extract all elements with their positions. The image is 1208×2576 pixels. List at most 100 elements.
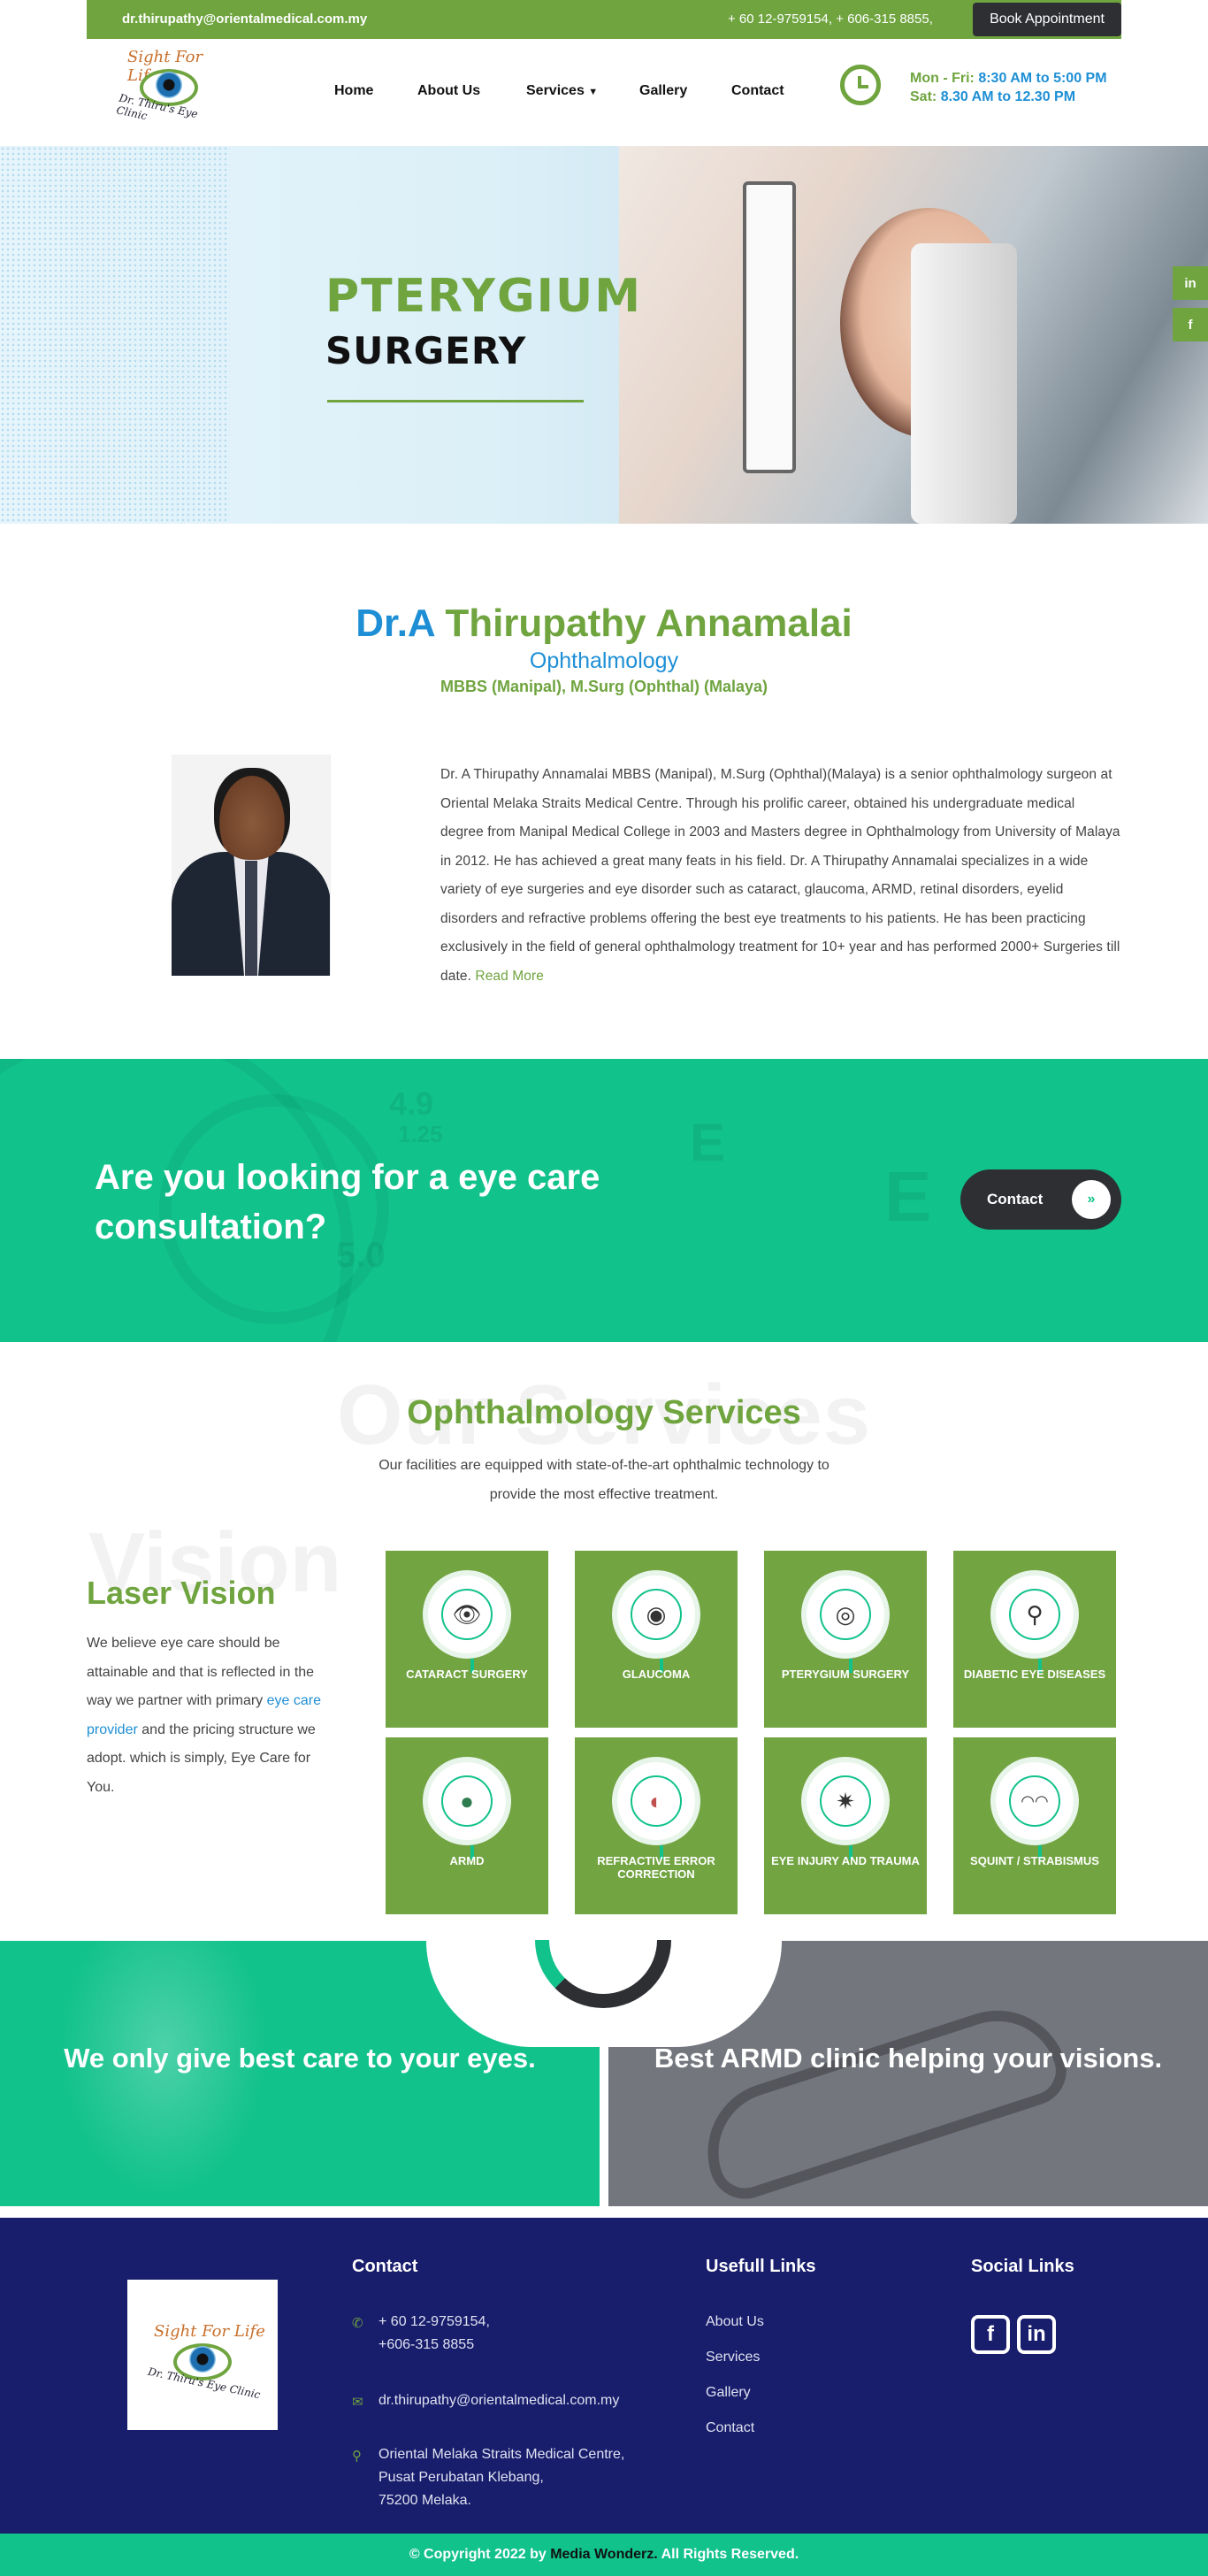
hero-title-underline xyxy=(327,400,584,402)
doctor-specialty: Ophthalmology xyxy=(529,648,679,673)
nav-services-label: Services xyxy=(526,83,585,98)
weekday-time: 8:30 AM to 5:00 PM xyxy=(978,71,1107,86)
doctor-name-heading: Dr.A Thirupathy Annamalai xyxy=(0,602,1208,646)
book-appointment-button[interactable]: Book Appointment xyxy=(973,3,1121,36)
service-icon-circle: ⚲ xyxy=(990,1570,1079,1673)
footer-address-line2: Pusat Perubatan Klebang, xyxy=(378,2470,544,2485)
side-facebook-button[interactable]: f xyxy=(1173,308,1208,341)
service-label: REFRACTIVE ERROR CORRECTION xyxy=(597,1854,715,1881)
facebook-icon: f xyxy=(1188,317,1193,333)
service-card-cataract[interactable]: 👁 CATARACT SURGERY xyxy=(386,1551,548,1728)
footer-logo-tagline: Sight For Life xyxy=(154,2322,265,2341)
footer-contact-heading: Contact xyxy=(352,2257,418,2276)
linkedin-icon: in xyxy=(1184,275,1197,291)
service-icon-circle: ◉ xyxy=(612,1570,700,1673)
footer-address-line3: 75200 Melaka. xyxy=(378,2493,471,2508)
laser-vision-title: Laser Vision xyxy=(87,1575,276,1611)
double-chevron-right-icon: » xyxy=(1072,1180,1111,1219)
envelope-icon: ✉ xyxy=(352,2395,363,2410)
logo-iris-icon xyxy=(156,72,182,98)
service-label: CATARACT SURGERY xyxy=(406,1668,528,1681)
hero-title-line2: SURGERY xyxy=(325,329,527,372)
service-card-pterygium[interactable]: ◎ PTERYGIUM SURGERY xyxy=(764,1551,927,1728)
footer-link-contact[interactable]: Contact xyxy=(706,2417,754,2440)
copyright-suffix: All Rights Reserved. xyxy=(661,2547,799,2562)
doctor-bio: Dr. A Thirupathy Annamalai MBBS (Manipal… xyxy=(440,761,1121,991)
opening-hours: Mon - Fri: 8:30 AM to 5:00 PM Sat: 8.30 … xyxy=(910,69,1107,106)
services-subtitle-line1: Our facilities are equipped with state-o… xyxy=(378,1458,830,1473)
doctor-head xyxy=(214,768,290,860)
service-icon-circle: ◐ xyxy=(612,1757,700,1859)
injury-eye-icon: ✷ xyxy=(820,1775,871,1827)
footer-logo[interactable]: Sight For Life Dr. Thiru's Eye Clinic xyxy=(127,2280,278,2430)
weekday-label: Mon - Fri: xyxy=(910,71,975,86)
hero-title-line1: PTERYGIUM xyxy=(325,270,642,323)
laser-vision-text: We believe eye care should be attainable… xyxy=(87,1629,325,1802)
nav-about-us[interactable]: About Us xyxy=(417,83,480,99)
squint-eyes-icon: ◠◠ xyxy=(1009,1775,1060,1827)
topbar-email-link[interactable]: dr.thirupathy@orientalmedical.com.my xyxy=(122,12,367,27)
nav-home[interactable]: Home xyxy=(334,83,373,99)
footer-phones[interactable]: + 60 12-9759154, +606-315 8855 xyxy=(378,2311,490,2357)
cta-contact-button[interactable]: Contact » xyxy=(960,1169,1121,1230)
side-linkedin-button[interactable]: in xyxy=(1173,266,1208,300)
best-care-heading: We only give best care to your eyes. xyxy=(64,2043,536,2074)
doctor-bio-text: Dr. A Thirupathy Annamalai MBBS (Manipal… xyxy=(440,767,1120,984)
copyright-bar: © Copyright 2022 by Media Wonderz. All R… xyxy=(0,2534,1208,2576)
map-pin-icon: ⚲ xyxy=(352,2449,362,2464)
nav-contact[interactable]: Contact xyxy=(731,83,784,99)
footer-phone-2: +606-315 8855 xyxy=(378,2337,475,2352)
service-card-glaucoma[interactable]: ◉ GLAUCOMA xyxy=(575,1551,738,1728)
cta-heading: Are you looking for a eye care consultat… xyxy=(95,1158,600,1246)
saturday-label: Sat: xyxy=(910,89,937,104)
consultation-cta: 4.9 1.25 5.0 E E Are you looking for a e… xyxy=(0,1059,1208,1342)
saturday-time: 8.30 AM to 12.30 PM xyxy=(940,89,1076,104)
nav-services[interactable]: Services ▼ xyxy=(526,83,598,99)
service-card-refractive[interactable]: ◐ REFRACTIVE ERROR CORRECTION xyxy=(575,1737,738,1914)
footer-email[interactable]: dr.thirupathy@orientalmedical.com.my xyxy=(378,2389,619,2412)
copyright-prefix: © Copyright 2022 by xyxy=(409,2547,547,2562)
diabetic-eye-icon: ⚲ xyxy=(1009,1589,1060,1640)
services-title: Ophthalmology Services xyxy=(407,1394,801,1431)
armd-eye-icon: ● xyxy=(441,1775,493,1827)
caret-down-icon: ▼ xyxy=(588,87,599,97)
doctor-name: Thirupathy Annamalai xyxy=(445,602,852,645)
cta-deco-text: 1.25 xyxy=(398,1121,443,1147)
services-subtitle: Our facilities are equipped with state-o… xyxy=(0,1451,1208,1509)
doctor-prefix: Dr.A xyxy=(356,602,435,645)
service-card-armd[interactable]: ● ARMD xyxy=(386,1737,548,1914)
service-card-eye-injury[interactable]: ✷ EYE INJURY AND TRAUMA xyxy=(764,1737,927,1914)
topbar-phone-numbers[interactable]: + 60 12-9759154, + 606-315 8855, xyxy=(728,12,933,27)
footer-link-services[interactable]: Services xyxy=(706,2346,760,2369)
service-label: ARMD xyxy=(449,1854,485,1867)
footer-link-gallery[interactable]: Gallery xyxy=(706,2381,751,2404)
facebook-icon[interactable]: f xyxy=(971,2315,1010,2354)
service-label: GLAUCOMA xyxy=(622,1668,691,1681)
services-subtitle-line2: provide the most effective treatment. xyxy=(489,1487,719,1502)
slit-lamp-frame xyxy=(743,181,796,473)
service-label: DIABETIC EYE DISEASES xyxy=(963,1668,1106,1681)
service-card-squint[interactable]: ◠◠ SQUINT / STRABISMUS xyxy=(953,1737,1116,1914)
glaucoma-eye-icon: ◉ xyxy=(631,1589,682,1640)
footer-phone-1: + 60 12-9759154, xyxy=(378,2314,490,2329)
linkedin-icon[interactable]: in xyxy=(1017,2315,1056,2354)
cta-contact-label: Contact xyxy=(987,1191,1044,1208)
hero-dot-pattern xyxy=(0,146,230,524)
footer-social-heading: Social Links xyxy=(971,2257,1074,2276)
nav-gallery[interactable]: Gallery xyxy=(639,83,687,99)
clinic-logo[interactable]: Sight For Life Dr. Thiru's Eye Clinic xyxy=(110,44,225,133)
service-card-diabetic[interactable]: ⚲ DIABETIC EYE DISEASES xyxy=(953,1551,1116,1728)
footer-address-line1: Oriental Melaka Straits Medical Centre, xyxy=(378,2447,625,2462)
footer-links-heading: Usefull Links xyxy=(706,2257,816,2276)
hero-banner: PTERYGIUM SURGERY xyxy=(0,146,1208,524)
service-icon-circle: 👁 xyxy=(423,1570,511,1673)
service-icon-circle: ◠◠ xyxy=(990,1757,1079,1859)
footer-link-about[interactable]: About Us xyxy=(706,2311,764,2334)
service-label: EYE INJURY AND TRAUMA xyxy=(771,1854,920,1867)
doctor-qualifications: MBBS (Manipal), M.Surg (Ophthal) (Malaya… xyxy=(440,678,768,695)
read-more-link[interactable]: Read More xyxy=(475,969,544,984)
hero-eye-exam-photo xyxy=(619,146,1208,524)
banner-center-arch xyxy=(426,1940,782,2047)
slit-lamp-body xyxy=(911,243,1017,524)
copyright-company-link[interactable]: Media Wonderz. xyxy=(550,2547,658,2562)
